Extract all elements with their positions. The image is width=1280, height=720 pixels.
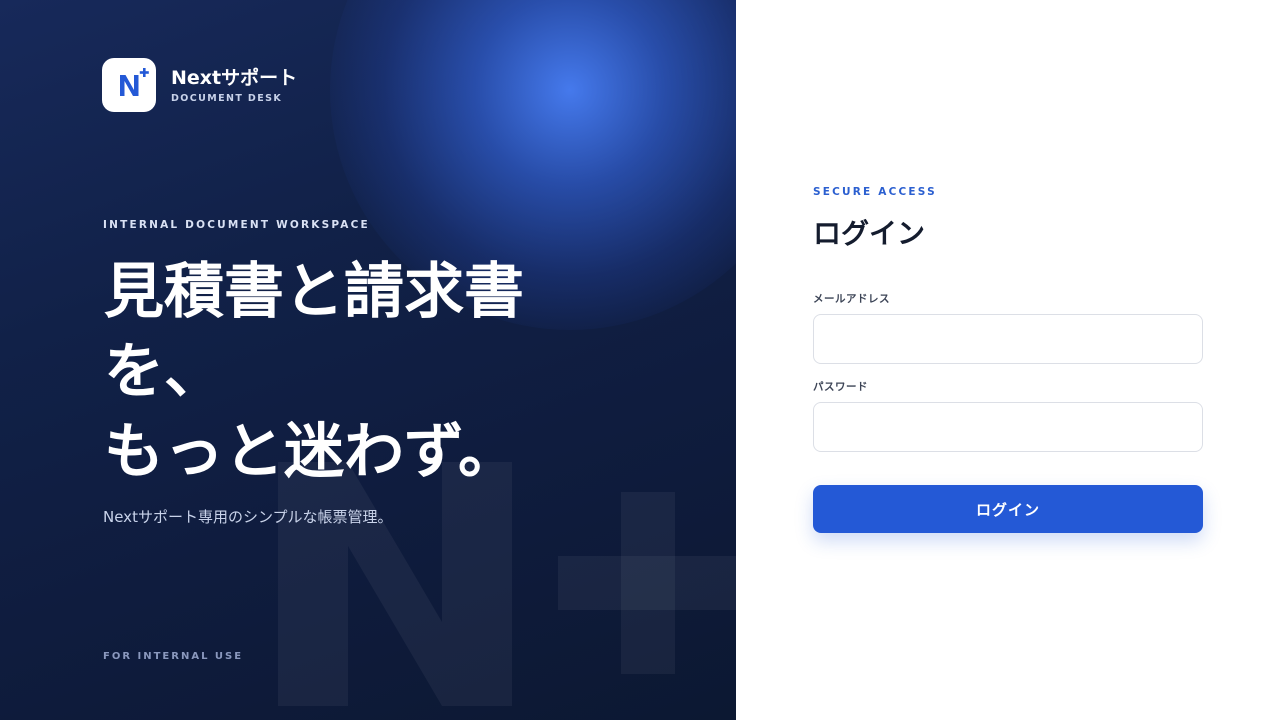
footer-note: FOR INTERNAL USE	[103, 651, 244, 662]
brand: Nextサポート DOCUMENT DESK	[102, 58, 297, 112]
headline-line: 見積書と請求書	[104, 257, 524, 327]
hero-headline: 見積書と請求書 を、 もっと迷わず。	[104, 252, 524, 492]
email-field[interactable]	[813, 314, 1203, 364]
hero-eyebrow: INTERNAL DOCUMENT WORKSPACE	[103, 219, 370, 231]
email-label: メールアドレス	[813, 293, 890, 305]
login-eyebrow: SECURE ACCESS	[813, 186, 937, 198]
headline-line: を、	[104, 337, 224, 407]
password-field[interactable]	[813, 402, 1203, 452]
login-button[interactable]: ログイン	[813, 485, 1203, 533]
login-page: Nextサポート DOCUMENT DESK INTERNAL DOCUMENT…	[0, 0, 1280, 720]
brand-name: Nextサポート	[171, 66, 298, 89]
password-label: パスワード	[813, 381, 868, 393]
login-title: ログイン	[813, 217, 926, 250]
login-panel: SECURE ACCESS ログイン メールアドレス パスワード ログイン	[736, 0, 1280, 720]
hero-panel: Nextサポート DOCUMENT DESK INTERNAL DOCUMENT…	[0, 0, 736, 720]
hero-tagline: Nextサポート専用のシンプルな帳票管理。	[103, 508, 393, 526]
login-form: SECURE ACCESS ログイン メールアドレス パスワード ログイン	[813, 186, 1203, 533]
n-plus-logo-icon	[102, 58, 156, 112]
brand-subtitle: DOCUMENT DESK	[171, 92, 283, 104]
headline-line: もっと迷わず。	[104, 417, 518, 487]
